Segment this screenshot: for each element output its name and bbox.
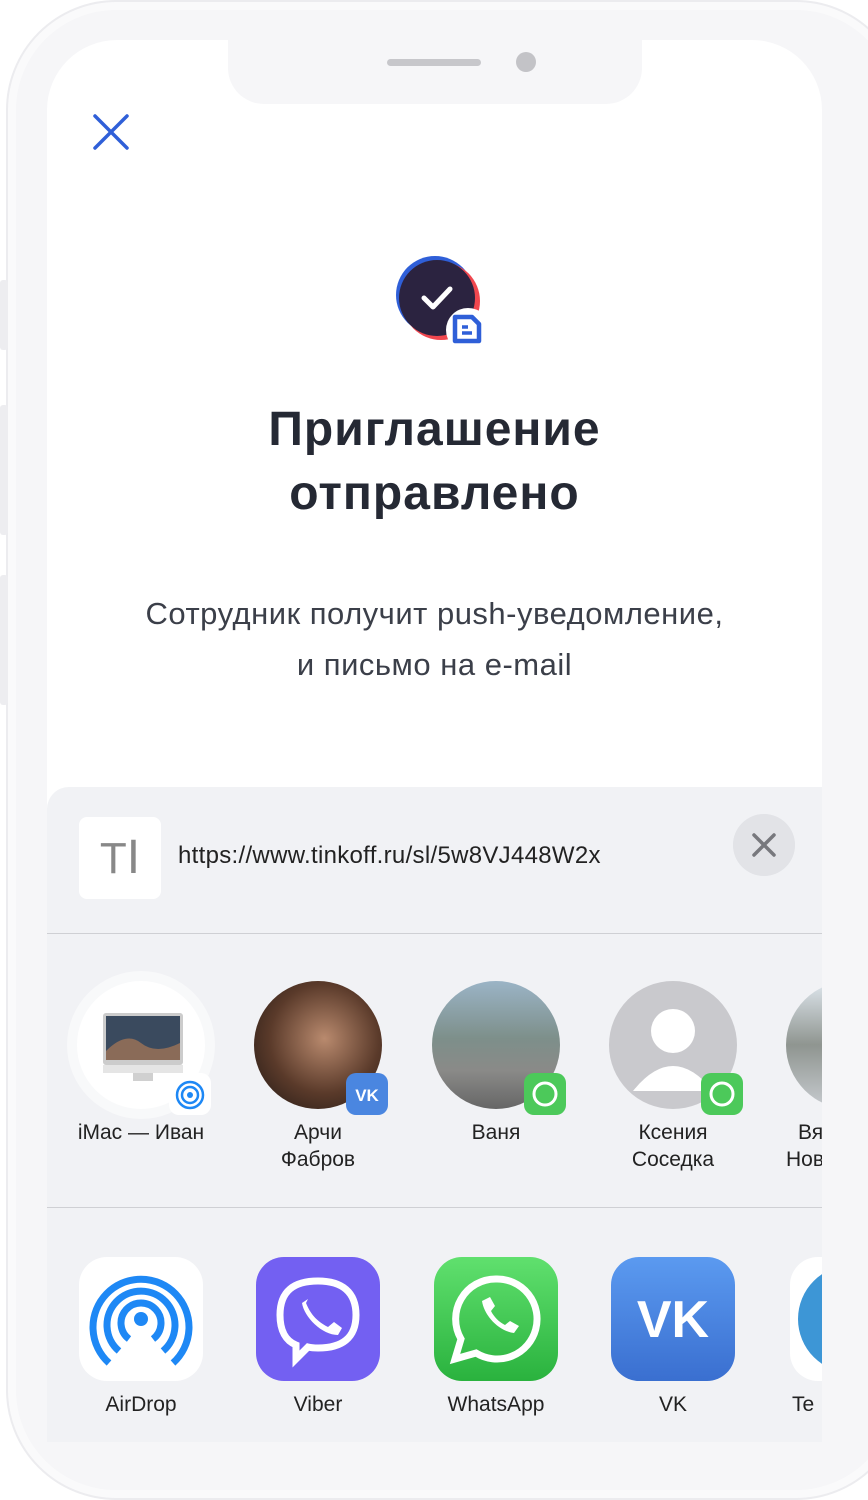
title-line: отправлено [289,467,580,520]
avatar [609,981,743,1115]
speaker [387,59,481,66]
phone-button [0,280,8,350]
app-whatsapp[interactable]: WhatsApp [426,1257,566,1417]
invitation-sent-icon [396,256,490,352]
contact-name: Вя Нов [786,1119,822,1173]
app-vk[interactable]: VK VK [603,1257,743,1417]
close-icon[interactable] [91,112,131,152]
avatar [77,981,211,1115]
subtitle-line: и письмо на e-mail [296,647,573,682]
contact-vanya[interactable]: Ваня [426,981,566,1146]
contact-name: Ваня [471,1121,521,1144]
app-name: WhatsApp [447,1393,545,1416]
vk-icon: VK [346,1073,388,1115]
text-icon: TI [79,817,161,899]
app-name: Viber [293,1393,343,1416]
divider [47,933,822,934]
contact-imac[interactable]: iMac — Иван [71,981,211,1146]
telegram-icon [790,1257,822,1381]
close-share-button[interactable] [733,814,795,876]
name-line: Нов [786,1148,822,1171]
avatar [432,981,566,1115]
name-line: Соседка [631,1148,715,1171]
name-line: Фабров [280,1148,356,1171]
subtitle-line: Сотрудник получит push-уведомление, [145,596,724,631]
notch [228,40,642,104]
contact-archi[interactable]: VK Арчи Фабров [248,981,388,1173]
phone-button [0,575,8,705]
share-link[interactable]: https://www.tinkoff.ru/sl/5w8VJ448W2x [178,842,601,870]
share-sheet: TI https://www.tinkoff.ru/sl/5w8VJ448W2x… [47,787,822,1442]
camera [516,52,536,72]
contact-name: iMac — Иван [77,1121,205,1144]
contact-partial[interactable]: Вя Нов [780,981,822,1173]
subtitle: Сотрудник получит push-уведомление, и пи… [47,588,822,690]
contact-name: Ксения Соседка [603,1119,743,1173]
app-viber[interactable]: Viber [248,1257,388,1417]
avatar: VK [254,981,388,1115]
app-airdrop[interactable]: AirDrop [71,1257,211,1417]
viber-icon [256,1257,380,1381]
contact-name: Арчи Фабров [248,1119,388,1173]
phone-button [0,405,8,535]
page-title: Приглашение отправлено [47,398,822,526]
avatar [786,981,822,1109]
app-name: Te [792,1393,815,1416]
screen: Приглашение отправлено Сотрудник получит… [47,40,822,1442]
svg-text:VK: VK [355,1086,379,1105]
whatsapp-icon [701,1073,743,1115]
app-name: AirDrop [105,1393,177,1416]
app-name: VK [658,1393,687,1416]
vk-icon: VK [611,1257,735,1381]
svg-text:VK: VK [637,1291,710,1349]
app-telegram[interactable]: Te [780,1257,822,1417]
title-line: Приглашение [268,403,601,456]
airdrop-icon [169,1073,211,1115]
contact-ksenia[interactable]: Ксения Соседка [603,981,743,1173]
whatsapp-icon [434,1257,558,1381]
name-line: Арчи [294,1121,342,1144]
name-line: Ксения [638,1121,708,1144]
name-line: Вя [798,1121,822,1144]
airdrop-icon [79,1257,203,1381]
whatsapp-icon [524,1073,566,1115]
divider [47,1207,822,1208]
